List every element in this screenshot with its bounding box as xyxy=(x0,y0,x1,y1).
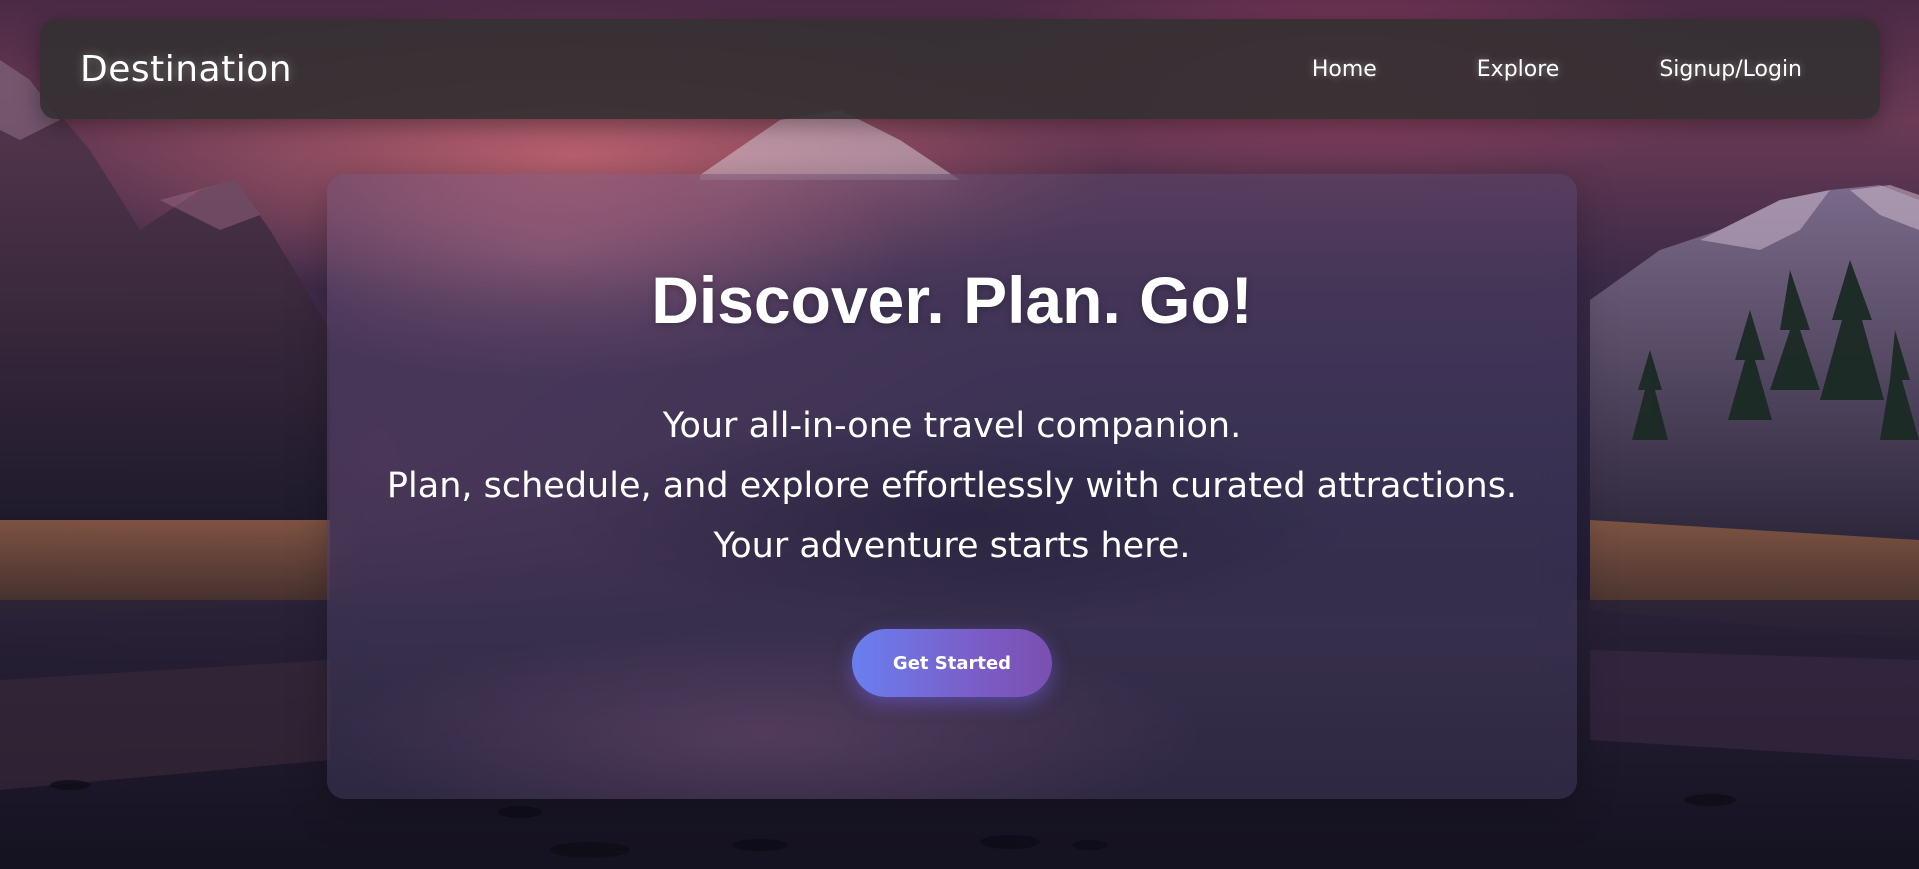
hero-title: Discover. Plan. Go! xyxy=(651,263,1253,337)
nav-link-explore[interactable]: Explore xyxy=(1477,57,1560,82)
brand-logo-text[interactable]: Destination xyxy=(80,49,292,90)
hero-closing-line: Your adventure starts here. xyxy=(713,526,1191,566)
top-navbar: Destination Home Explore Signup/Login xyxy=(40,19,1880,119)
hero-tagline: Your all-in-one travel companion. xyxy=(662,406,1242,446)
nav-links: Home Explore Signup/Login xyxy=(1312,57,1802,82)
hero-card: Discover. Plan. Go! Your all-in-one trav… xyxy=(327,174,1577,799)
nav-link-home[interactable]: Home xyxy=(1312,57,1377,82)
hero-description-line: Plan, schedule, and explore effortlessly… xyxy=(386,466,1518,506)
hero-description: Your all-in-one travel companion. Plan, … xyxy=(327,396,1577,576)
get-started-button[interactable]: Get Started xyxy=(852,629,1052,697)
nav-link-signup-login[interactable]: Signup/Login xyxy=(1659,57,1802,82)
